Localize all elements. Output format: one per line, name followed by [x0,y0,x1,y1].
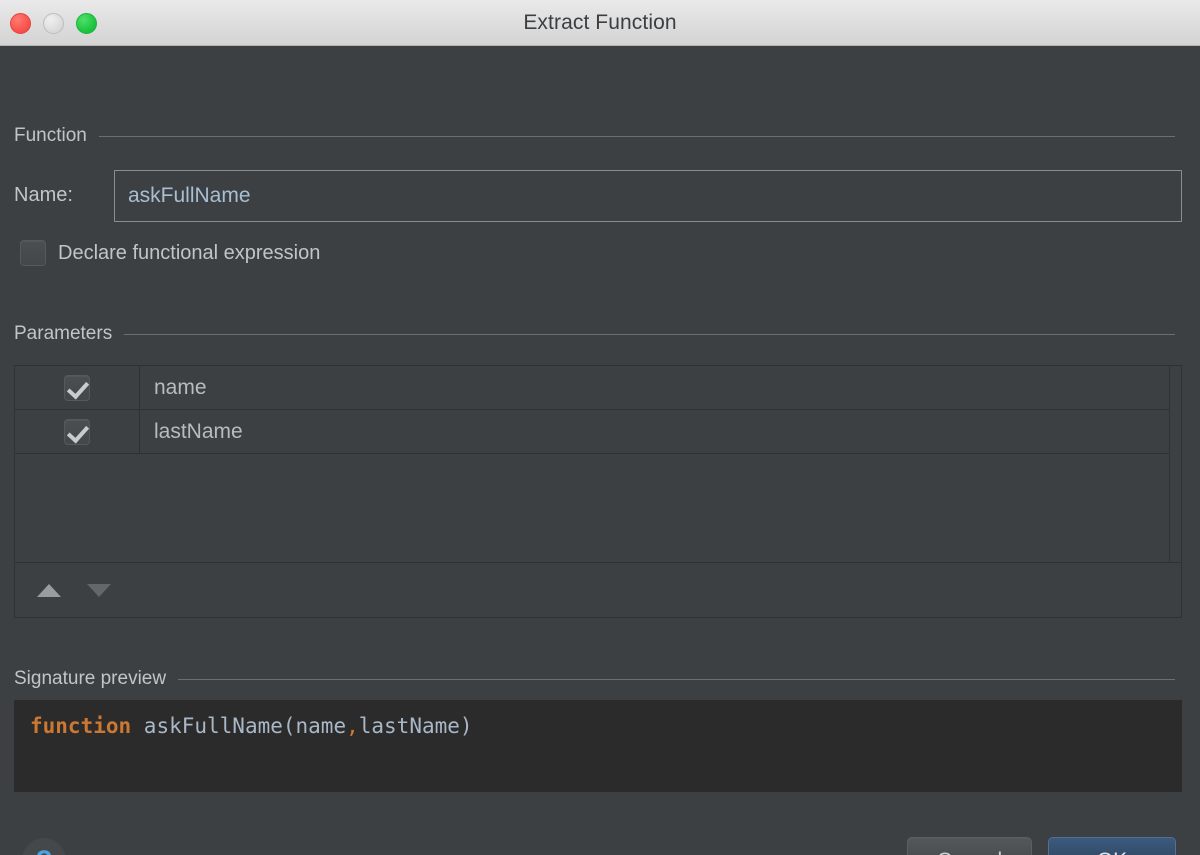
parameters-table[interactable]: namelastName [15,366,1181,563]
signature-tail: lastName) [359,714,473,738]
parameter-checkbox-cell[interactable] [15,366,140,409]
move-up-arrow-icon[interactable] [37,584,61,597]
table-row[interactable]: name [15,366,1181,410]
parameter-name-cell[interactable]: lastName [140,410,1181,453]
window-traffic-lights [10,0,97,46]
function-section-heading: Function [14,125,1175,147]
window-titlebar: Extract Function [0,0,1200,46]
signature-separator: , [346,714,359,738]
help-icon-button[interactable]: ? [22,838,66,855]
declare-functional-expression-checkbox[interactable] [20,240,46,266]
dialog-body: Function Name: Declare functional expres… [0,46,1200,855]
function-name-input[interactable] [114,170,1182,222]
close-icon[interactable] [10,13,31,34]
declare-functional-expression-label: Declare functional expression [58,242,320,265]
signature-keyword: function [30,714,131,738]
ok-button[interactable]: OK [1048,837,1176,855]
parameter-checkbox[interactable] [64,375,90,401]
parameters-section-heading: Parameters [14,323,1175,345]
parameters-section-label: Parameters [14,323,112,345]
cancel-button[interactable]: Cancel [907,837,1032,855]
signature-preview-box: function askFullName(name,lastName) [14,700,1182,792]
table-row[interactable]: lastName [15,410,1181,454]
parameters-toolbar [15,563,1181,617]
parameters-section-rule [124,334,1175,335]
signature-section-rule [178,679,1175,680]
parameters-table-scrollbar[interactable] [1169,366,1181,562]
move-down-arrow-icon[interactable] [87,584,111,597]
maximize-icon[interactable] [76,13,97,34]
function-section-label: Function [14,125,87,147]
signature-section-label: Signature preview [14,668,166,690]
parameter-checkbox-cell[interactable] [15,410,140,453]
declare-functional-expression-row[interactable]: Declare functional expression [20,240,320,266]
parameters-panel: namelastName [14,365,1182,618]
signature-preview-code: function askFullName(name,lastName) [30,714,1166,739]
minimize-icon[interactable] [43,13,64,34]
function-section-rule [99,136,1175,137]
signature-section-heading: Signature preview [14,668,1175,690]
parameter-checkbox[interactable] [64,419,90,445]
window-title: Extract Function [523,11,676,35]
parameter-name-cell[interactable]: name [140,366,1181,409]
name-label: Name: [14,184,73,207]
signature-name: askFullName(name [131,714,346,738]
